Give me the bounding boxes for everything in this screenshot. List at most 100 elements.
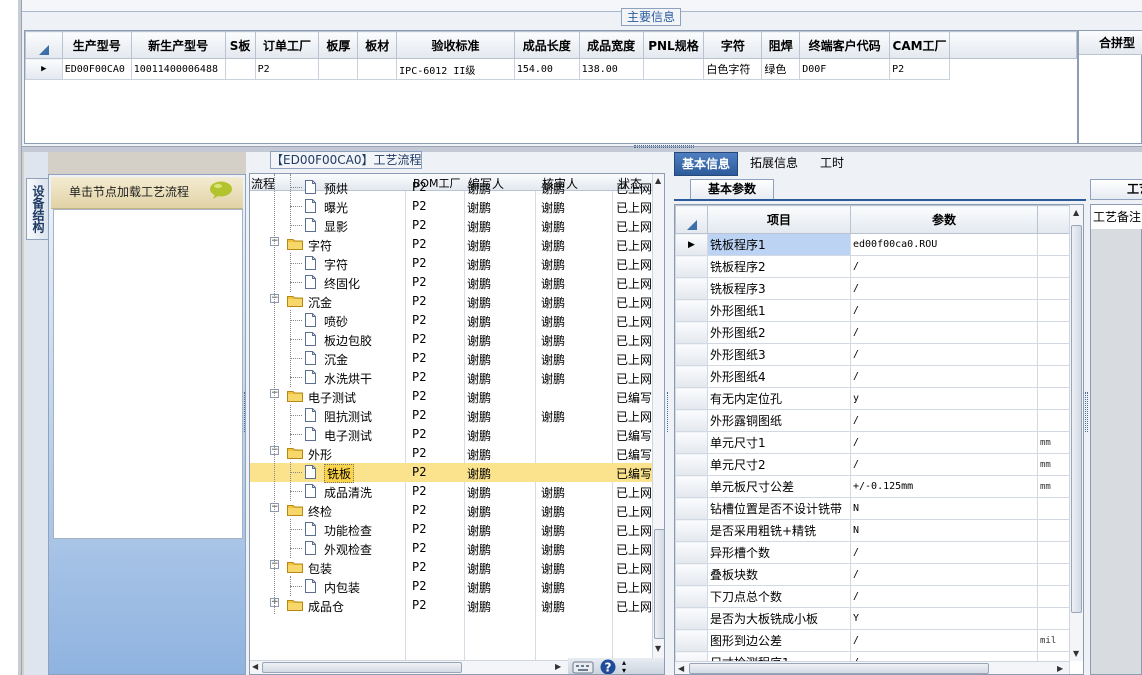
table-row[interactable]: 单元尺寸2/mm — [675, 453, 1070, 476]
combined-model-header[interactable]: 合拼型 — [1079, 31, 1142, 55]
row-header[interactable] — [675, 299, 708, 322]
table-row[interactable]: 下刀点总个数 / — [675, 585, 1070, 608]
table-row[interactable]: ▶ ED00F00CA0 10011400006488 P2 IPC-6012 … — [25, 58, 1077, 80]
table-row[interactable]: 有无内定位孔 y — [675, 387, 1070, 410]
tree-step-node[interactable]: 字符 P2 谢鹏 谢鹏 已上网 — [250, 254, 652, 273]
row-header[interactable] — [675, 409, 708, 432]
row-header[interactable] — [675, 277, 708, 300]
param-value-cell[interactable]: / — [850, 365, 1038, 388]
param-value-cell[interactable]: y — [850, 387, 1038, 410]
tab-process[interactable]: 工艺 — [1090, 179, 1142, 200]
tree-step-node[interactable]: 预烘 P2 谢鹏 谢鹏 已上网 — [250, 178, 652, 197]
param-value-cell[interactable]: ed00f00ca0.ROU — [850, 233, 1038, 256]
param-value-cell[interactable]: / — [850, 453, 1038, 476]
param-value-cell[interactable]: / — [850, 541, 1038, 564]
row-indicator-icon[interactable]: ▶ — [675, 233, 708, 256]
tree-vertical-scrollbar[interactable]: ▲ ▼ — [652, 174, 664, 658]
table-row[interactable]: 是否采用粗铣+精铣 N — [675, 519, 1070, 542]
row-header[interactable] — [675, 475, 708, 498]
row-header[interactable] — [675, 563, 708, 586]
cell-solder-mask[interactable]: 绿色 — [761, 58, 801, 80]
vertical-splitter-grip-icon[interactable] — [1085, 392, 1088, 432]
tree-step-node[interactable]: 铣板 P2 谢鹏 已编写 — [250, 463, 652, 483]
param-value-cell[interactable]: / — [850, 343, 1038, 366]
col-header-width[interactable]: 成品宽度 — [578, 31, 644, 59]
cell-s-board[interactable] — [224, 58, 256, 80]
scroll-right-icon[interactable]: ▶ — [555, 662, 561, 671]
row-header[interactable] — [675, 453, 708, 476]
param-value-cell[interactable]: / — [850, 563, 1038, 586]
tree-folder-node[interactable]: − 沉金 P2 谢鹏 谢鹏 已上网 — [250, 292, 652, 311]
table-row[interactable]: ▶ 铣板程序1 ed00f00ca0.ROU — [675, 233, 1070, 256]
col-header-silkscreen[interactable]: 字符 — [703, 31, 763, 59]
param-value-cell[interactable]: / — [850, 585, 1038, 608]
tree-step-node[interactable]: 外观检查 P2 谢鹏 谢鹏 已上网 — [250, 539, 652, 558]
param-value-cell[interactable]: / — [850, 277, 1038, 300]
table-row[interactable]: 单元板尺寸公差 +/-0.125mm mm — [675, 475, 1070, 498]
table-row[interactable]: 外形露铜图纸 / — [675, 409, 1070, 432]
keyboard-icon[interactable] — [572, 660, 594, 674]
row-header[interactable] — [675, 607, 708, 630]
table-row[interactable]: 外形图纸2/ — [675, 321, 1070, 344]
scroll-left-icon[interactable]: ◀ — [678, 664, 684, 673]
grid-corner[interactable] — [675, 205, 708, 234]
cell-acceptance-standard[interactable]: IPC-6012 II级 — [396, 58, 515, 80]
tree-folder-node[interactable]: − 外形 P2 谢鹏 已编写 — [250, 444, 652, 463]
tree-step-node[interactable]: 功能检查 P2 谢鹏 谢鹏 已上网 — [250, 520, 652, 539]
scroll-right-icon[interactable]: ▶ — [1057, 664, 1063, 673]
table-row[interactable]: 叠板块数 / — [675, 563, 1070, 586]
col-header-length[interactable]: 成品长度 — [513, 31, 580, 59]
tree-step-node[interactable]: 板边包胶 P2 谢鹏 谢鹏 已上网 — [250, 330, 652, 349]
row-header[interactable] — [675, 255, 708, 278]
param-value-cell[interactable]: / — [850, 255, 1038, 278]
tree-step-node[interactable]: 曝光 P2 谢鹏 谢鹏 已上网 — [250, 197, 652, 216]
table-row[interactable]: 是否为大板铣成小板 Y — [675, 607, 1070, 630]
tree-step-node[interactable]: 喷砂 P2 谢鹏 谢鹏 已上网 — [250, 311, 652, 330]
cell-model[interactable]: ED00F00CA0 — [61, 58, 132, 80]
grid-corner[interactable] — [25, 31, 63, 59]
col-header-acceptance-standard[interactable]: 验收标准 — [396, 31, 515, 59]
param-value-cell[interactable]: N — [850, 519, 1038, 542]
row-header[interactable] — [675, 321, 708, 344]
col-header-model[interactable]: 生产型号 — [61, 31, 132, 59]
col-header-pnl-spec[interactable]: PNL规格 — [642, 31, 705, 59]
toolbar-chevron-icon[interactable]: ▴ ▾ — [622, 659, 626, 675]
row-header[interactable] — [675, 541, 708, 564]
tab-basic-params[interactable]: 基本参数 — [690, 179, 774, 200]
params-hscroll-thumb[interactable] — [689, 663, 989, 674]
tree-step-node[interactable]: 电子测试 P2 谢鹏 已编写 — [250, 425, 652, 444]
col-header-material[interactable]: 板材 — [357, 31, 398, 59]
scroll-down-icon[interactable]: ▼ — [655, 644, 661, 653]
tree-step-node[interactable]: 终固化 P2 谢鹏 谢鹏 已上网 — [250, 273, 652, 292]
tab-work-hours[interactable]: 工时 — [813, 152, 851, 176]
cell-length[interactable]: 154.00 — [513, 58, 580, 80]
scroll-up-icon[interactable]: ▲ — [655, 176, 661, 185]
scroll-down-icon[interactable]: ▼ — [1073, 649, 1079, 658]
tree-folder-node[interactable]: − 包装 P2 谢鹏 谢鹏 已上网 — [250, 558, 652, 577]
table-row[interactable]: 异形槽个数 / — [675, 541, 1070, 564]
params-horizontal-scrollbar[interactable]: ◀ ▶ — [675, 661, 1069, 674]
row-indicator-icon[interactable]: ▶ — [25, 58, 63, 80]
tree-folder-node[interactable]: + 成品仓 P2 谢鹏 谢鹏 已上网 — [250, 596, 652, 615]
scroll-up-icon[interactable]: ▲ — [1073, 208, 1079, 217]
cell-thickness[interactable] — [318, 58, 359, 80]
table-row[interactable]: 单元尺寸1/mm — [675, 431, 1070, 454]
cell-width[interactable]: 138.00 — [578, 58, 644, 80]
row-header[interactable] — [675, 519, 708, 542]
tree-folder-node[interactable]: − 电子测试 P2 谢鹏 已编写 — [250, 387, 652, 406]
tree-horizontal-scrollbar[interactable]: ◀ ▶ — [250, 660, 568, 674]
cell-silkscreen[interactable]: 白色字符 — [703, 58, 763, 80]
row-header[interactable] — [675, 585, 708, 608]
cell-order-factory[interactable]: P2 — [254, 58, 320, 80]
tree-step-node[interactable]: 内包装 P2 谢鹏 谢鹏 已上网 — [250, 577, 652, 596]
col-header-order-factory[interactable]: 订单工厂 — [254, 31, 320, 59]
tree-step-node[interactable]: 阻抗测试 P2 谢鹏 谢鹏 已上网 — [250, 406, 652, 425]
tree-hscroll-thumb[interactable] — [262, 662, 462, 673]
col-header-new-model[interactable]: 新生产型号 — [130, 31, 226, 59]
param-value-cell[interactable]: / — [850, 431, 1038, 454]
param-value-cell[interactable]: / — [850, 409, 1038, 432]
param-value-cell[interactable]: / — [850, 299, 1038, 322]
param-value-cell[interactable]: Y — [850, 607, 1038, 630]
tree-step-node[interactable]: 成品清洗 P2 谢鹏 谢鹏 已上网 — [250, 482, 652, 501]
col-header-solder-mask[interactable]: 阻焊 — [761, 31, 801, 59]
